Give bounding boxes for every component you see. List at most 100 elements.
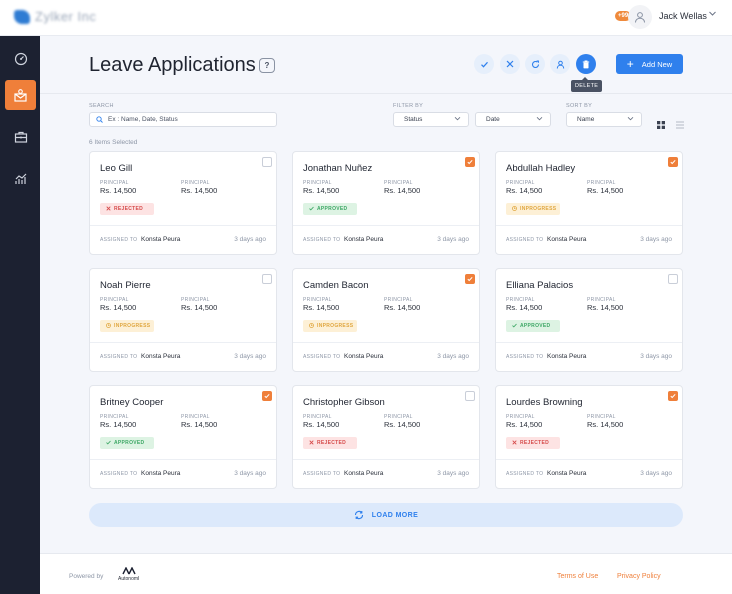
principal-value: Rs. 14,500 [100, 186, 137, 195]
principal-value: Rs. 14,500 [506, 420, 543, 429]
card-checkbox[interactable] [668, 274, 678, 284]
brand-logo[interactable]: AutonomI [118, 567, 139, 582]
card-divider [293, 342, 479, 343]
avatar[interactable] [628, 5, 652, 29]
selected-count: 6 Items Selected [89, 139, 138, 146]
card-checkbox[interactable] [668, 157, 678, 167]
status-approved-icon [309, 206, 314, 213]
sidebar-item-analytics[interactable] [5, 164, 36, 194]
card-divider [496, 225, 682, 226]
delete-button[interactable] [576, 54, 596, 74]
card-checkbox[interactable] [262, 274, 272, 284]
principal-value: Rs. 14,500 [303, 303, 340, 312]
assigned-to-label: ASSIGNED TO [100, 237, 138, 243]
terms-link[interactable]: Terms of Use [557, 573, 598, 580]
leave-card[interactable]: Jonathan Nuñez PRINCIPAL Rs. 14,500 PRIN… [292, 151, 480, 255]
card-checkbox[interactable] [465, 274, 475, 284]
reject-button[interactable] [500, 54, 520, 74]
card-checkbox[interactable] [465, 391, 475, 401]
help-button[interactable]: ? [259, 58, 275, 73]
card-divider [496, 342, 682, 343]
principal-value: Rs. 14,500 [587, 420, 624, 429]
card-checkbox[interactable] [262, 391, 272, 401]
assignee-name: Konsta Peura [141, 236, 181, 243]
status-label: REJECTED [114, 206, 144, 212]
chevron-down-icon [627, 115, 634, 124]
filter-label: FILTER BY [393, 103, 424, 109]
assignee-name: Konsta Peura [344, 236, 384, 243]
leave-card[interactable]: Britney Cooper PRINCIPAL Rs. 14,500 PRIN… [89, 385, 277, 489]
check-icon [467, 276, 473, 282]
logo-text: Zylker Inc [35, 9, 97, 24]
assigned-to-label: ASSIGNED TO [506, 471, 544, 477]
status-badge: INPROGRESS [100, 320, 154, 332]
assigned-to-label: ASSIGNED TO [100, 354, 138, 360]
grid-view-icon[interactable] [657, 116, 665, 134]
assignee-name: Konsta Peura [547, 353, 587, 360]
chevron-down-icon[interactable] [708, 9, 717, 20]
chevron-down-icon [454, 115, 461, 124]
app-logo[interactable]: Zylker Inc [14, 9, 96, 24]
sidebar-item-work[interactable] [5, 122, 36, 152]
privacy-link[interactable]: Privacy Policy [617, 573, 661, 580]
assigned-to-label: ASSIGNED TO [303, 354, 341, 360]
card-timestamp: 3 days ago [437, 470, 469, 477]
status-badge: APPROVED [303, 203, 357, 215]
assigned-to-label: ASSIGNED TO [303, 471, 341, 477]
approve-button[interactable] [474, 54, 494, 74]
search-input[interactable] [108, 116, 268, 123]
status-badge: REJECTED [506, 437, 560, 449]
sidebar-item-leave[interactable] [5, 80, 36, 110]
assignee-name: Konsta Peura [547, 470, 587, 477]
principal-value: Rs. 14,500 [506, 303, 543, 312]
list-view-icon[interactable] [676, 116, 684, 134]
refresh-icon [531, 59, 539, 68]
card-name: Jonathan Nuñez [303, 163, 373, 174]
principal-value: Rs. 14,500 [303, 186, 340, 195]
close-icon [506, 60, 514, 68]
principal-value: Rs. 14,500 [100, 420, 137, 429]
search-field[interactable] [89, 112, 277, 127]
assign-button[interactable] [550, 54, 570, 74]
date-select[interactable]: Date [475, 112, 551, 127]
principal-value: Rs. 14,500 [587, 186, 624, 195]
briefcase-icon [14, 131, 27, 143]
leave-card[interactable]: Elliana Palacios PRINCIPAL Rs. 14,500 PR… [495, 268, 683, 372]
sort-select[interactable]: Name [566, 112, 642, 127]
refresh-button[interactable] [525, 54, 545, 74]
principal-value: Rs. 14,500 [181, 420, 218, 429]
sort-select-value: Name [577, 116, 595, 123]
card-divider [90, 342, 276, 343]
card-checkbox[interactable] [668, 391, 678, 401]
card-checkbox[interactable] [262, 157, 272, 167]
status-label: INPROGRESS [114, 323, 151, 329]
load-more-button[interactable]: LOAD MORE [89, 503, 683, 527]
add-new-button[interactable]: + Add New [616, 54, 683, 74]
assignee-name: Konsta Peura [344, 470, 384, 477]
status-approved-icon [512, 323, 517, 330]
logo-icon [14, 9, 30, 24]
leave-card[interactable]: Camden Bacon PRINCIPAL Rs. 14,500 PRINCI… [292, 268, 480, 372]
search-label: SEARCH [89, 103, 114, 109]
card-timestamp: 3 days ago [437, 353, 469, 360]
principal-value: Rs. 14,500 [384, 186, 421, 195]
status-select[interactable]: Status [393, 112, 469, 127]
leave-card[interactable]: Noah Pierre PRINCIPAL Rs. 14,500 PRINCIP… [89, 268, 277, 372]
user-name[interactable]: Jack Wellas [659, 11, 707, 21]
leave-card[interactable]: Leo Gill PRINCIPAL Rs. 14,500 PRINCIPAL … [89, 151, 277, 255]
principal-value: Rs. 14,500 [181, 303, 218, 312]
powered-by-label: Powered by [69, 573, 104, 580]
status-badge: REJECTED [303, 437, 357, 449]
header-divider [40, 93, 732, 94]
status-label: INPROGRESS [520, 206, 557, 212]
page-title: Leave Applications [89, 54, 256, 76]
assignee-name: Konsta Peura [547, 236, 587, 243]
principal-value: Rs. 14,500 [587, 303, 624, 312]
check-icon [670, 393, 676, 399]
leave-card[interactable]: Abdullah Hadley PRINCIPAL Rs. 14,500 PRI… [495, 151, 683, 255]
sidebar-item-dashboard[interactable] [5, 44, 36, 74]
card-checkbox[interactable] [465, 157, 475, 167]
leave-card[interactable]: Lourdes Browning PRINCIPAL Rs. 14,500 PR… [495, 385, 683, 489]
search-icon [96, 116, 103, 123]
leave-card[interactable]: Christopher Gibson PRINCIPAL Rs. 14,500 … [292, 385, 480, 489]
